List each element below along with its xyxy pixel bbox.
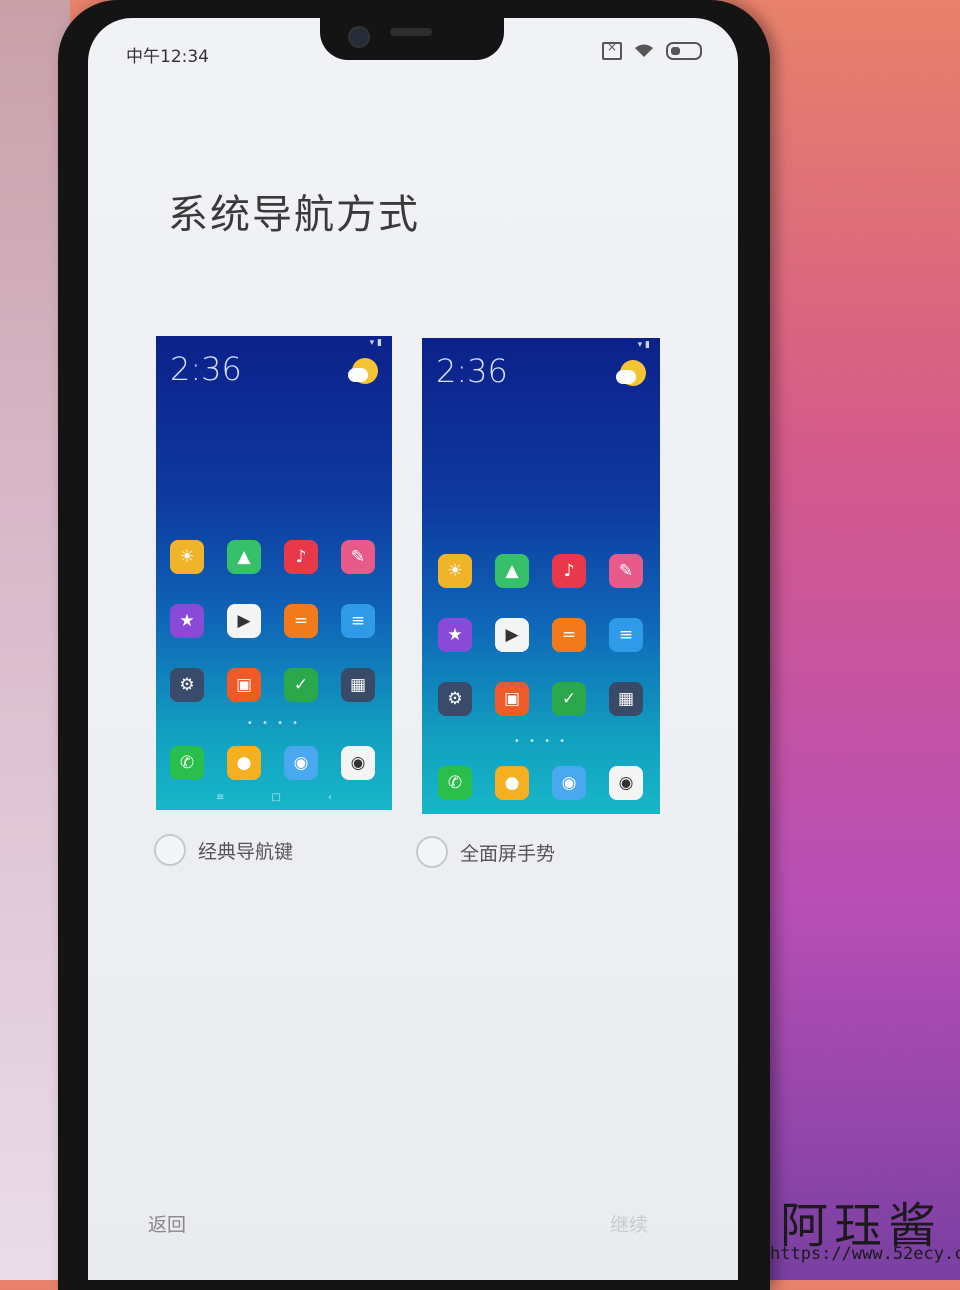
security-app-icon: ✓	[284, 668, 318, 702]
phone-app-icon: ✆	[170, 746, 204, 780]
play-store-app-icon: ▶	[227, 604, 261, 638]
preview-status-icons: ▾ ▮	[369, 338, 382, 348]
calculator-app-icon: =	[284, 604, 318, 638]
preview-dock: ✆ ● ◉ ◉	[170, 746, 380, 780]
settings-app-icon: ⚙	[438, 682, 472, 716]
option-gesture-nav[interactable]: 全面屏手势	[416, 836, 555, 868]
games-app-icon: ★	[170, 604, 204, 638]
play-store-app-icon: ▶	[495, 618, 529, 652]
weather-app-icon: ☀	[438, 554, 472, 588]
gesture-nav-preview[interactable]: ▾ ▮ 2:36 ☀ ▲ ♪ ✎ ★ ▶ = ≡ ⚙ ▣ ✓ ▦ • • • • ✆ ● ◉ ◉	[422, 338, 660, 814]
preview-dock: ✆ ● ◉ ◉	[438, 766, 648, 800]
browser-app-icon: ◉	[552, 766, 586, 800]
weather-widget-icon	[348, 358, 378, 384]
themes-app-icon: ✎	[341, 540, 375, 574]
security-app-icon: ✓	[552, 682, 586, 716]
preview-status-icons: ▾ ▮	[637, 340, 650, 350]
watermark-url: https://www.52ecy.cn	[770, 1244, 960, 1264]
gallery-app-icon: ▲	[495, 554, 529, 588]
continue-button[interactable]: 继续	[610, 1210, 648, 1237]
home-key-icon: □	[271, 792, 281, 803]
phone-app-icon: ✆	[438, 766, 472, 800]
tools-folder-icon: ▦	[609, 682, 643, 716]
mi-store-app-icon: ▣	[227, 668, 261, 702]
tools-folder-icon: ▦	[341, 668, 375, 702]
page-title: 系统导航方式	[168, 192, 420, 238]
display-notch	[320, 18, 504, 60]
no-sim-icon	[602, 40, 622, 60]
notes-app-icon: ≡	[341, 604, 375, 638]
mi-store-app-icon: ▣	[495, 682, 529, 716]
preview-nav-keys: ≡ □ ‹	[216, 792, 332, 803]
preview-page-dots: • • • •	[246, 718, 302, 729]
messages-app-icon: ●	[227, 746, 261, 780]
preview-page-dots: • • • •	[513, 736, 569, 747]
preview-app-grid: ☀ ▲ ♪ ✎ ★ ▶ = ≡ ⚙ ▣ ✓ ▦	[438, 554, 648, 716]
classic-nav-label: 经典导航键	[198, 840, 294, 863]
settings-app-icon: ⚙	[170, 668, 204, 702]
status-time: 中午12:34	[126, 47, 209, 67]
menu-key-icon: ≡	[216, 792, 225, 803]
weather-app-icon: ☀	[170, 540, 204, 574]
music-app-icon: ♪	[284, 540, 318, 574]
classic-nav-radio[interactable]	[154, 834, 186, 866]
earpiece-speaker	[390, 28, 432, 36]
browser-app-icon: ◉	[284, 746, 318, 780]
messages-app-icon: ●	[495, 766, 529, 800]
gesture-nav-label: 全面屏手势	[460, 842, 556, 865]
camera-app-icon: ◉	[341, 746, 375, 780]
preview-clock: 2:36	[436, 352, 508, 390]
phone-screen: 中午12:34 系统导航方式 ▾ ▮ 2:36 ☀ ▲ ♪ ✎ ★ ▶ = ≡ ⚙ ▣ ✓ ▦ • •…	[88, 18, 738, 1280]
preview-app-grid: ☀ ▲ ♪ ✎ ★ ▶ = ≡ ⚙ ▣ ✓ ▦	[170, 540, 380, 702]
music-app-icon: ♪	[552, 554, 586, 588]
wifi-icon	[634, 44, 654, 58]
back-button[interactable]: 返回	[148, 1210, 186, 1237]
classic-nav-preview[interactable]: ▾ ▮ 2:36 ☀ ▲ ♪ ✎ ★ ▶ = ≡ ⚙ ▣ ✓ ▦ • • • • ✆ ● ◉ ◉ ≡ □ ‹	[156, 336, 392, 810]
themes-app-icon: ✎	[609, 554, 643, 588]
games-app-icon: ★	[438, 618, 472, 652]
notes-app-icon: ≡	[609, 618, 643, 652]
battery-icon	[666, 42, 702, 60]
status-icons	[602, 40, 702, 60]
gesture-nav-radio[interactable]	[416, 836, 448, 868]
option-classic-nav[interactable]: 经典导航键	[154, 834, 293, 866]
weather-widget-icon	[616, 360, 646, 386]
back-key-icon: ‹	[328, 792, 332, 803]
camera-app-icon: ◉	[609, 766, 643, 800]
preview-clock: 2:36	[170, 350, 242, 388]
calculator-app-icon: =	[552, 618, 586, 652]
gallery-app-icon: ▲	[227, 540, 261, 574]
front-camera-icon	[348, 26, 370, 48]
